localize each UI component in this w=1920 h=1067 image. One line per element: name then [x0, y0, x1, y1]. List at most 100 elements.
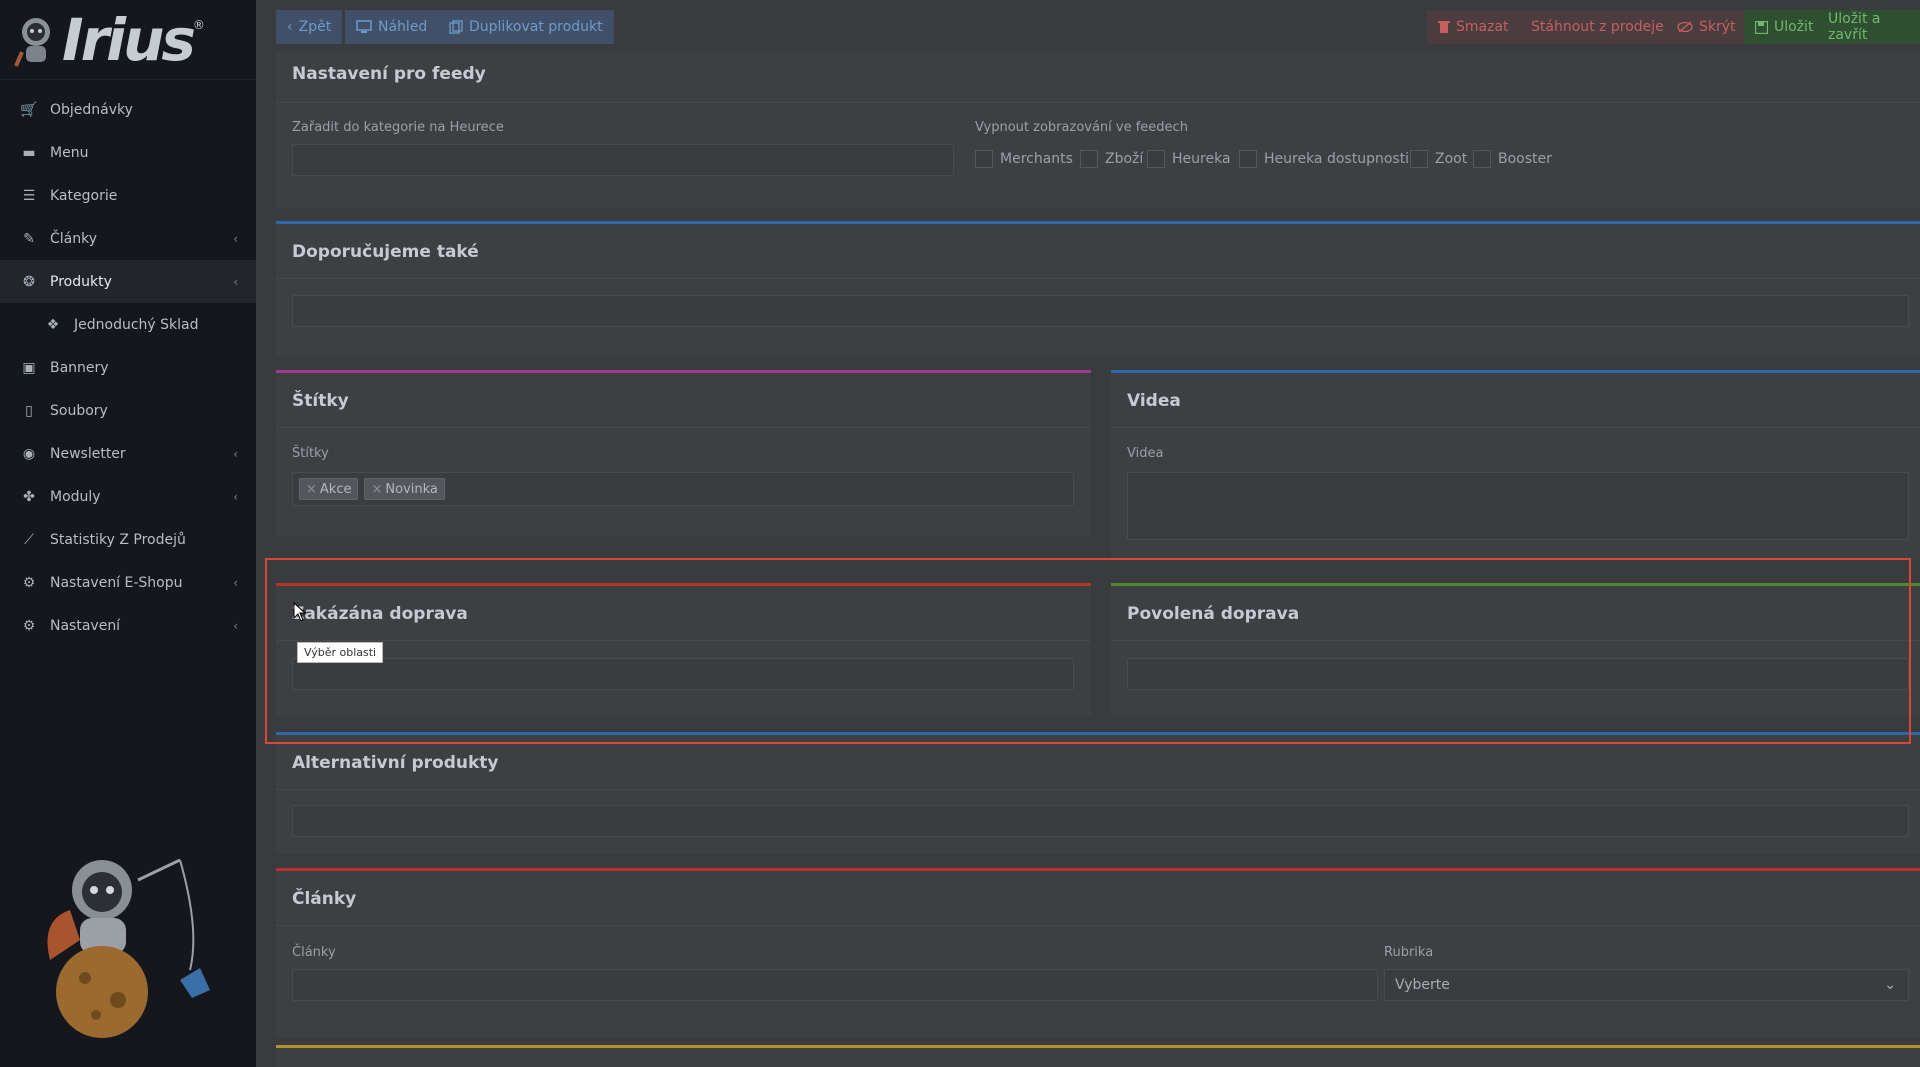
chevron-left-icon: ‹: [233, 489, 238, 504]
sidebar-item-6[interactable]: ❖ Jednoduchý Sklad: [0, 303, 256, 346]
mouse-cursor-icon: [293, 602, 307, 622]
back-button[interactable]: ‹ Zpět: [276, 10, 343, 44]
save-and-close-button[interactable]: Uložit a zavřít: [1817, 10, 1920, 44]
tags-card: Štítky Štítky × Akce × Novinka: [276, 370, 1091, 536]
sidebar-item-8[interactable]: ▯ Soubory: [0, 389, 256, 432]
checkbox-label: Booster: [1498, 151, 1552, 167]
sidebar-item-1[interactable]: 🛒 Objednávky: [0, 88, 256, 131]
sidebar-item-label: Objednávky: [50, 101, 133, 118]
sidebar-item-12[interactable]: ⚙ Nastavení E-Shopu ‹: [0, 561, 256, 604]
list-icon: ☰: [22, 187, 36, 204]
chevron-left-icon: ‹: [287, 19, 293, 35]
sidebar-item-label: Kategorie: [50, 187, 118, 204]
videos-label: Videa: [1127, 446, 1164, 461]
alternative-products-input[interactable]: [292, 805, 1909, 837]
checkbox-label: Heureka: [1172, 151, 1231, 167]
back-button-label: Zpět: [298, 19, 332, 35]
feed-checkbox-booster[interactable]: Booster: [1473, 150, 1552, 168]
sidebar-item-5[interactable]: ❂ Produkty ‹: [0, 260, 256, 303]
checkbox-box[interactable]: [1080, 150, 1098, 168]
videos-title: Videa: [1127, 391, 1181, 411]
sidebar-item-4[interactable]: ✎ Články ‹: [0, 217, 256, 260]
chevron-left-icon: ‹: [233, 446, 238, 461]
cart-icon: 🛒: [20, 101, 38, 118]
sidebar-item-3[interactable]: ☰ Kategorie: [0, 174, 256, 217]
delete-label: Smazat: [1456, 19, 1509, 35]
chevron-left-icon: ‹: [233, 231, 238, 246]
checkbox-label: Zoot: [1435, 151, 1468, 167]
sidebar-item-10[interactable]: ✤ Moduly ‹: [0, 475, 256, 518]
feed-checkbox-heureka-dostupnosti[interactable]: Heureka dostupnosti: [1239, 150, 1409, 168]
checkbox-box[interactable]: [1147, 150, 1165, 168]
sidebar-item-2[interactable]: ▬ Menu: [0, 131, 256, 174]
save-close-label: Uložit a zavřít: [1828, 11, 1881, 43]
highlight-box: [265, 558, 1911, 744]
heureka-category-input[interactable]: [292, 144, 954, 176]
tags-input[interactable]: × Akce × Novinka: [292, 472, 1074, 506]
save-label: Uložit: [1774, 19, 1814, 35]
sidebar-item-7[interactable]: ▣ Bannery: [0, 346, 256, 389]
sidebar: Irius ® 🛒 Objednávky ▬ Menu ☰ Kategorie ✎ Článk…: [0, 0, 256, 1067]
image-icon: ▣: [22, 359, 36, 376]
feeds-title: Nastavení pro feedy: [292, 64, 486, 84]
checkbox-box[interactable]: [975, 150, 993, 168]
preview-button[interactable]: Náhled: [345, 10, 439, 44]
checkbox-box[interactable]: [1410, 150, 1428, 168]
feed-checkbox-merchants[interactable]: Merchants: [975, 150, 1073, 168]
toolbar: ‹ Zpět Náhled Duplikovat produkt Smazat …: [256, 0, 1920, 52]
next-card-edge: [276, 1045, 1920, 1067]
sidebar-nav: 🛒 Objednávky ▬ Menu ☰ Kategorie ✎ Články ‹ ❂ Produ…: [0, 88, 256, 647]
rubric-select[interactable]: Vyberte ⌄: [1384, 969, 1909, 1001]
feeds-card: Nastavení pro feedy Zařadit do kategorie…: [276, 52, 1920, 208]
articles-input[interactable]: [292, 969, 1378, 1001]
remove-tag-icon[interactable]: ×: [371, 482, 382, 497]
videos-textarea[interactable]: [1127, 472, 1909, 540]
checkbox-box[interactable]: [1473, 150, 1491, 168]
tag-label: Akce: [319, 481, 352, 497]
tag-chip[interactable]: × Akce: [299, 478, 359, 500]
tags-label: Štítky: [292, 446, 329, 461]
file-icon: ▯: [25, 402, 33, 419]
pencil-icon: ✎: [23, 230, 35, 247]
alternative-products-title: Alternativní produkty: [292, 753, 499, 773]
aperture-icon: ❂: [23, 273, 35, 290]
feed-checkbox-zoot[interactable]: Zoot: [1410, 150, 1467, 168]
envelope-circle-icon: ◉: [22, 445, 36, 462]
chevron-left-icon: ‹: [233, 274, 238, 289]
boxes-icon: ❖: [46, 316, 60, 333]
sidebar-item-11[interactable]: ⟋ Statistiky Z Prodejů: [0, 518, 256, 561]
chevron-down-icon: ⌄: [1884, 977, 1896, 993]
sidebar-item-9[interactable]: ◉ Newsletter ‹: [0, 432, 256, 475]
sidebar-item-label: Menu: [50, 144, 89, 161]
duplicate-product-button[interactable]: Duplikovat produkt: [438, 10, 614, 44]
checkbox-label: Merchants: [1000, 151, 1073, 167]
recommended-products-input[interactable]: [292, 295, 1909, 327]
articles-label: Články: [292, 945, 336, 960]
sidebar-item-label: Statistiky Z Prodejů: [50, 531, 186, 548]
videos-card: Videa Videa: [1111, 370, 1920, 560]
articles-card: Články Články Rubrika Vyberte ⌄: [276, 868, 1920, 1038]
rubric-select-value: Vyberte: [1395, 977, 1450, 993]
logo[interactable]: Irius ®: [0, 0, 256, 80]
eye-slash-icon: [1677, 21, 1693, 33]
cogs-icon: ⚙: [22, 617, 36, 634]
sidebar-item-13[interactable]: ⚙ Nastavení ‹: [0, 604, 256, 647]
withdraw-from-sale-button[interactable]: Stáhnout z prodeje: [1520, 10, 1675, 44]
feed-checkbox-zbozi[interactable]: Zboží: [1080, 150, 1143, 168]
heureka-category-label: Zařadit do kategorie na Heurece: [292, 120, 504, 135]
disable-feeds-label: Vypnout zobrazování ve feedech: [975, 120, 1188, 135]
hide-button[interactable]: Skrýt: [1666, 10, 1747, 44]
sidebar-item-label: Nastavení E-Shopu: [50, 574, 183, 591]
feed-checkbox-heureka[interactable]: Heureka: [1147, 150, 1231, 168]
cogs-icon: ⚙: [22, 574, 36, 591]
copy-icon: [449, 20, 463, 34]
tooltip: Výběr oblasti: [297, 642, 384, 663]
monitor-icon: [356, 20, 372, 33]
save-button[interactable]: Uložit: [1744, 10, 1825, 44]
duplicate-product-label: Duplikovat produkt: [469, 19, 603, 35]
checkbox-box[interactable]: [1239, 150, 1257, 168]
remove-tag-icon[interactable]: ×: [306, 482, 317, 497]
delete-button[interactable]: Smazat: [1427, 10, 1520, 44]
tag-chip[interactable]: × Novinka: [364, 478, 445, 500]
astronaut-logo-icon: [14, 17, 50, 67]
